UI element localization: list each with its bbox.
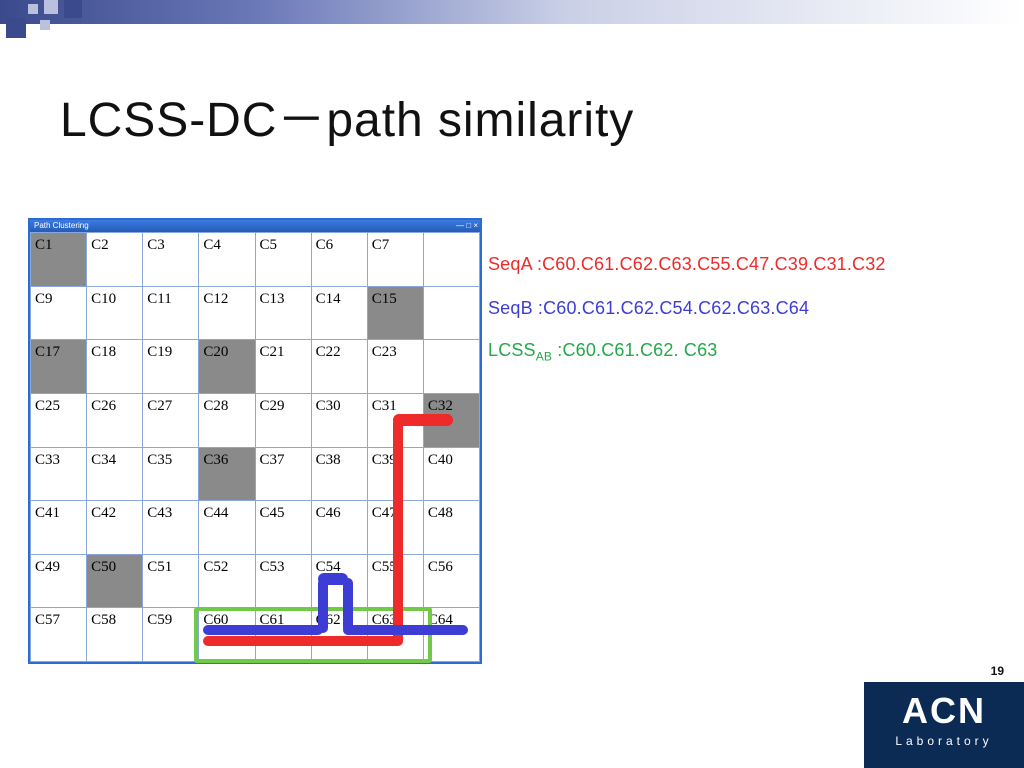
seqA-label: SeqA : [488,254,542,274]
grid-cell: C14 [311,286,367,340]
grid-cell [423,340,479,394]
grid-cell: C49 [31,554,87,608]
grid-cell: C56 [423,554,479,608]
grid-cell: C18 [87,340,143,394]
grid-cell: C5 [255,233,311,287]
grid-cell: C32 [423,393,479,447]
grid-cell: C30 [311,393,367,447]
grid-cell: C55 [367,554,423,608]
grid-cell: C21 [255,340,311,394]
grid-cell: C58 [87,608,143,662]
grid-cell: C34 [87,447,143,501]
lcss-label-sub: AB [536,350,552,364]
grid-cell: C13 [255,286,311,340]
grid-cell: C25 [31,393,87,447]
grid-cell: C57 [31,608,87,662]
window-controls: — □ × [456,220,478,232]
grid-cell: C64 [423,608,479,662]
grid-cell [423,233,479,287]
seqB-value: C60.C61.C62.C54.C62.C63.C64 [543,298,809,318]
lcss-line: LCSSAB :C60.C61.C62. C63 [488,340,717,364]
grid-cell: C2 [87,233,143,287]
grid-cell: C6 [311,233,367,287]
grid-cell: C17 [31,340,87,394]
grid-cell: C26 [87,393,143,447]
grid-cell: C20 [199,340,255,394]
page-number: 19 [991,664,1004,678]
grid-cell [423,286,479,340]
grid-cell: C10 [87,286,143,340]
slide-title: LCSS-DC－path similarity [60,80,634,150]
seqB-label: SeqB : [488,298,543,318]
grid-cell: C31 [367,393,423,447]
grid-cell: C43 [143,501,199,555]
grid-cell: C53 [255,554,311,608]
grid-cell: C29 [255,393,311,447]
grid-cell: C50 [87,554,143,608]
grid-cell: C42 [87,501,143,555]
seqA-line: SeqA :C60.C61.C62.C63.C55.C47.C39.C31.C3… [488,254,886,275]
grid-cell: C19 [143,340,199,394]
grid-cell: C48 [423,501,479,555]
grid-cell: C11 [143,286,199,340]
lcss-label-post: : [552,340,562,360]
grid-cell: C12 [199,286,255,340]
grid-cell: C33 [31,447,87,501]
acn-logo: ACN Laboratory [864,682,1024,768]
grid-cell: C54 [311,554,367,608]
grid-cell: C9 [31,286,87,340]
window-title: Path Clustering [34,220,89,232]
grid-cell: C59 [143,608,199,662]
cell-grid: C1C2C3C4C5C6C7 C9C10C11C12C13C14C15 C17C18… [30,232,480,662]
path-clustering-window: Path Clustering — □ × C1C2C3C4C5C6C7C9C1… [28,218,482,664]
grid-cell: C63 [367,608,423,662]
grid-cell: C40 [423,447,479,501]
grid-cell: C3 [143,233,199,287]
grid-cell: C22 [311,340,367,394]
grid-cell: C27 [143,393,199,447]
grid-cell: C46 [311,501,367,555]
grid-cell: C1 [31,233,87,287]
grid-cell: C62 [311,608,367,662]
grid-cell: C38 [311,447,367,501]
grid-cell: C4 [199,233,255,287]
grid-cell: C45 [255,501,311,555]
grid-cell: C15 [367,286,423,340]
grid-cell: C35 [143,447,199,501]
window-titlebar: Path Clustering — □ × [30,220,480,232]
lcss-label-pre: LCSS [488,340,536,360]
logo-lab: Laboratory [864,734,1024,748]
seqB-line: SeqB :C60.C61.C62.C54.C62.C63.C64 [488,298,809,319]
grid-cell: C41 [31,501,87,555]
slide-top-bar [0,0,1024,24]
grid-cell: C28 [199,393,255,447]
corner-decoration [0,0,120,60]
lcss-value: C60.C61.C62. C63 [563,340,718,360]
seqA-value: C60.C61.C62.C63.C55.C47.C39.C31.C32 [542,254,886,274]
grid-cell: C37 [255,447,311,501]
grid-cell: C60 [199,608,255,662]
grid-cell: C61 [255,608,311,662]
logo-big: ACN [864,682,1024,732]
grid-cell: C39 [367,447,423,501]
grid-cell: C44 [199,501,255,555]
grid-cell: C52 [199,554,255,608]
grid-cell: C51 [143,554,199,608]
grid-cell: C23 [367,340,423,394]
grid-cell: C47 [367,501,423,555]
grid-cell: C36 [199,447,255,501]
grid-cell: C7 [367,233,423,287]
